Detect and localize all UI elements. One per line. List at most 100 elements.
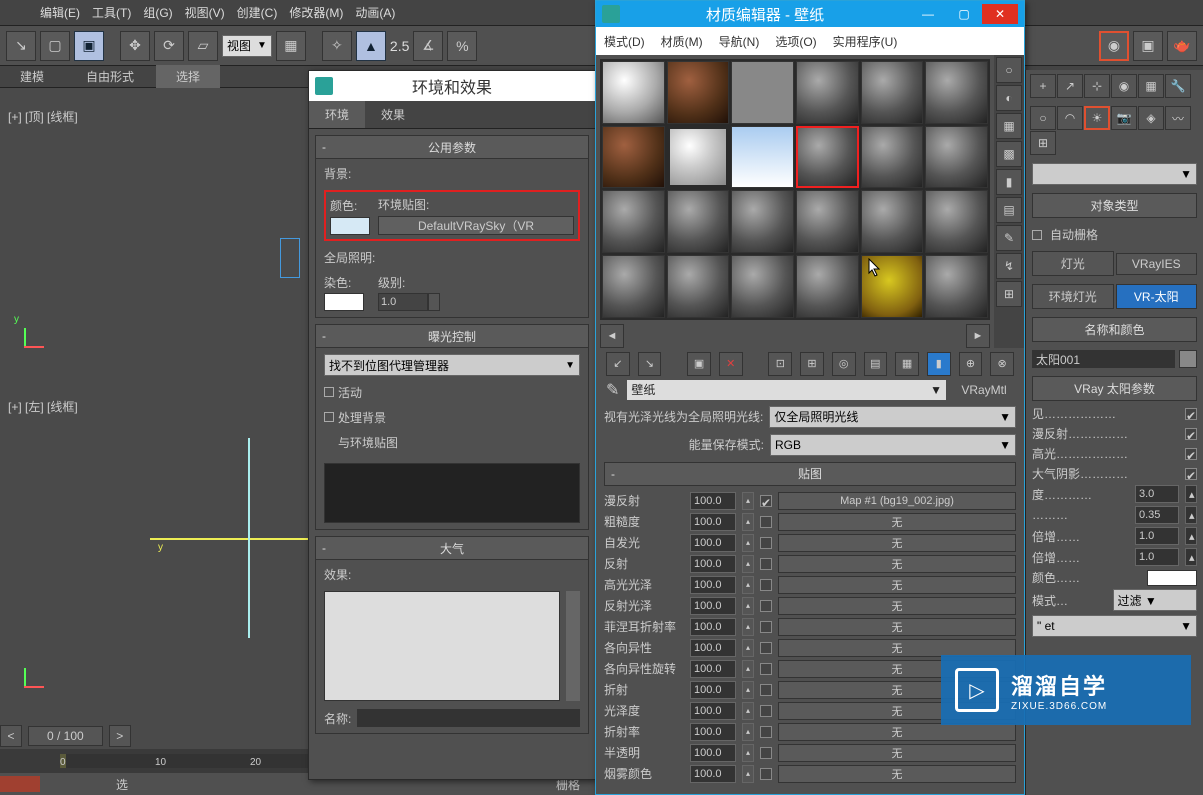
env-common-rollout[interactable]: -公用参数 (315, 135, 589, 159)
env-level-spinner-arrows[interactable] (428, 293, 440, 311)
object-color-swatch[interactable] (1179, 350, 1197, 368)
energy-dropdown[interactable]: RGB▼ (770, 434, 1016, 456)
sample-slot[interactable] (925, 126, 988, 189)
shapes-icon[interactable]: ◠ (1057, 106, 1083, 130)
mat-title-bar[interactable]: 材质编辑器 - 壁纸 — ▢ ✕ (596, 1, 1024, 27)
move-icon[interactable]: ✥ (120, 31, 150, 61)
hierarchy-tab-icon[interactable]: ⊹ (1084, 74, 1110, 98)
sample-slot[interactable] (602, 61, 665, 124)
status-red-range[interactable] (0, 776, 40, 792)
lights-icon[interactable]: ☀ (1084, 106, 1110, 130)
map-row-spinner[interactable]: 100.0 (690, 492, 736, 510)
minimize-button[interactable]: — (910, 4, 946, 24)
map-row-spinner[interactable]: 100.0 (690, 744, 736, 762)
mat-menu-nav[interactable]: 导航(N) (719, 33, 760, 50)
sample-scroll-right-icon[interactable]: ► (966, 324, 990, 348)
mat-menu-mode[interactable]: 模式(D) (604, 33, 645, 50)
map-enable-check[interactable] (760, 537, 772, 549)
cmd-spinner[interactable]: 3.0 (1135, 485, 1179, 503)
cmd-check[interactable]: ✔ (1185, 448, 1197, 460)
mat-menu-options[interactable]: 选项(O) (775, 33, 816, 50)
sample-slot[interactable] (602, 126, 665, 189)
map-spinner-arrows[interactable]: ▴ (742, 660, 754, 678)
map-target-button[interactable]: 无 (778, 513, 1016, 531)
map-spinner-arrows[interactable]: ▴ (742, 492, 754, 510)
cmd-check[interactable]: ✔ (1185, 408, 1197, 420)
put-to-lib-icon[interactable]: ⊞ (800, 352, 824, 376)
tab-select[interactable]: 选择 (156, 65, 220, 88)
sample-slot[interactable] (731, 255, 794, 318)
put-material-icon[interactable]: ↘ (638, 352, 662, 376)
snap-toggle-icon[interactable]: ✧ (322, 31, 352, 61)
map-target-button[interactable]: 无 (778, 765, 1016, 783)
cmd-check[interactable]: ✔ (1185, 468, 1197, 480)
menu-view[interactable]: 视图(V) (185, 4, 225, 21)
map-row-spinner[interactable]: 100.0 (690, 765, 736, 783)
systems-icon[interactable]: ⊞ (1030, 131, 1056, 155)
options-icon[interactable]: ✎ (996, 225, 1022, 251)
map-enable-check[interactable]: ✔ (760, 495, 772, 507)
delete-material-icon[interactable]: ✕ (719, 352, 743, 376)
percent-icon[interactable]: % (447, 31, 477, 61)
env-tab-effects[interactable]: 效果 (365, 101, 421, 128)
sky-model-dropdown[interactable]: " et ▼ (1032, 615, 1197, 637)
map-target-button[interactable]: 无 (778, 618, 1016, 636)
map-spinner-arrows[interactable]: ▴ (742, 597, 754, 615)
map-enable-check[interactable] (760, 768, 772, 780)
sample-slot[interactable] (796, 255, 859, 318)
map-spinner-arrows[interactable]: ▴ (742, 744, 754, 762)
display-tab-icon[interactable]: ▦ (1138, 74, 1164, 98)
name-color-title[interactable]: 名称和颜色 (1032, 317, 1197, 342)
cmd-spinner-arrows[interactable]: ▴ (1185, 527, 1197, 545)
map-row-spinner[interactable]: 100.0 (690, 597, 736, 615)
time-prev-icon[interactable]: < (0, 725, 22, 747)
sample-type-icon[interactable]: ○ (996, 57, 1022, 83)
map-enable-check[interactable] (760, 558, 772, 570)
map-spinner-arrows[interactable]: ▴ (742, 681, 754, 699)
mat-maps-rollout[interactable]: -贴图 (604, 462, 1016, 486)
make-unique-icon[interactable]: ⊡ (768, 352, 792, 376)
env-atmo-scroll[interactable] (566, 591, 580, 701)
cmd-spinner-arrows[interactable]: ▴ (1185, 506, 1197, 524)
map-enable-check[interactable] (760, 705, 772, 717)
map-spinner-arrows[interactable]: ▴ (742, 765, 754, 783)
utilities-tab-icon[interactable]: 🔧 (1165, 74, 1191, 98)
map-spinner-arrows[interactable]: ▴ (742, 618, 754, 636)
map-enable-check[interactable] (760, 642, 772, 654)
sample-slot[interactable] (861, 255, 924, 318)
sample-slot[interactable] (731, 126, 794, 189)
cmd-spinner[interactable]: 0.35 (1135, 506, 1179, 524)
rotate-icon[interactable]: ⟳ (154, 31, 184, 61)
get-material-icon[interactable]: ↙ (606, 352, 630, 376)
sun-light-gizmo[interactable] (280, 238, 300, 278)
pivot-icon[interactable]: ▦ (276, 31, 306, 61)
environment-dialog[interactable]: 环境和效果 环境 效果 -公用参数 背景: 颜色: 环境贴图: DefaultV… (308, 70, 596, 780)
create-tab-icon[interactable]: + (1030, 74, 1056, 98)
map-enable-check[interactable] (760, 516, 772, 528)
sample-slot[interactable] (667, 126, 730, 189)
object-name-field[interactable]: 太阳001 (1032, 350, 1175, 368)
map-spinner-arrows[interactable]: ▴ (742, 639, 754, 657)
map-spinner-arrows[interactable]: ▴ (742, 723, 754, 741)
sample-slot[interactable] (861, 61, 924, 124)
map-enable-check[interactable] (760, 663, 772, 675)
env-map-button[interactable]: DefaultVRaySky（VR (378, 216, 574, 235)
env-tint-swatch[interactable] (324, 293, 364, 311)
map-spinner-arrows[interactable]: ▴ (742, 702, 754, 720)
show-map-icon[interactable]: ▤ (864, 352, 888, 376)
select-by-mat-icon[interactable]: ↯ (996, 253, 1022, 279)
sample-slot[interactable] (861, 126, 924, 189)
map-spinner-arrows[interactable]: ▴ (742, 534, 754, 552)
menu-group[interactable]: 组(G) (143, 4, 172, 21)
mat-id-icon[interactable]: ◎ (832, 352, 856, 376)
eyedropper-icon[interactable]: ✎ (606, 380, 619, 400)
background-icon[interactable]: ▦ (996, 113, 1022, 139)
map-spinner-arrows[interactable]: ▴ (742, 513, 754, 531)
map-row-spinner[interactable]: 100.0 (690, 723, 736, 741)
video-color-icon[interactable]: ▮ (996, 169, 1022, 195)
motion-tab-icon[interactable]: ◉ (1111, 74, 1137, 98)
sample-slot[interactable] (667, 61, 730, 124)
map-row-spinner[interactable]: 100.0 (690, 576, 736, 594)
show-end-result-icon[interactable]: ▦ (895, 352, 919, 376)
map-target-button[interactable]: 无 (778, 597, 1016, 615)
